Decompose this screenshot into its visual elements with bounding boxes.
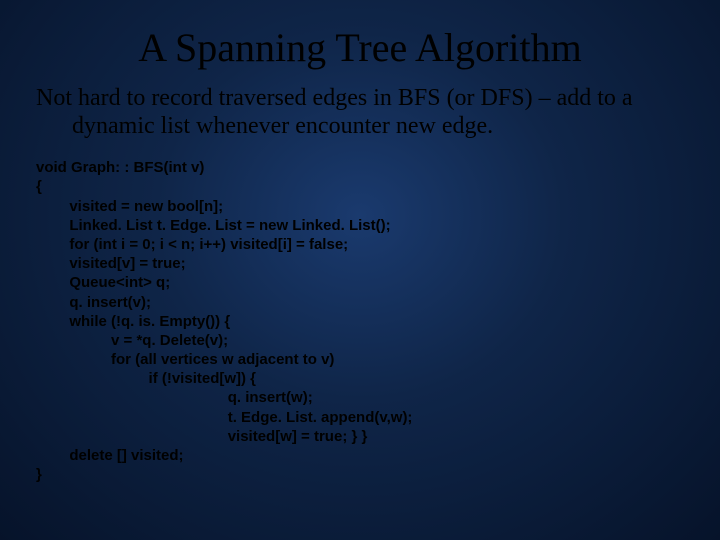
slide: A Spanning Tree Algorithm Not hard to re… [0,0,720,540]
slide-intro-text: Not hard to record traversed edges in BF… [72,85,684,140]
slide-title: A Spanning Tree Algorithm [36,24,684,71]
code-block: void Graph: : BFS(int v) { visited = new… [36,158,684,484]
